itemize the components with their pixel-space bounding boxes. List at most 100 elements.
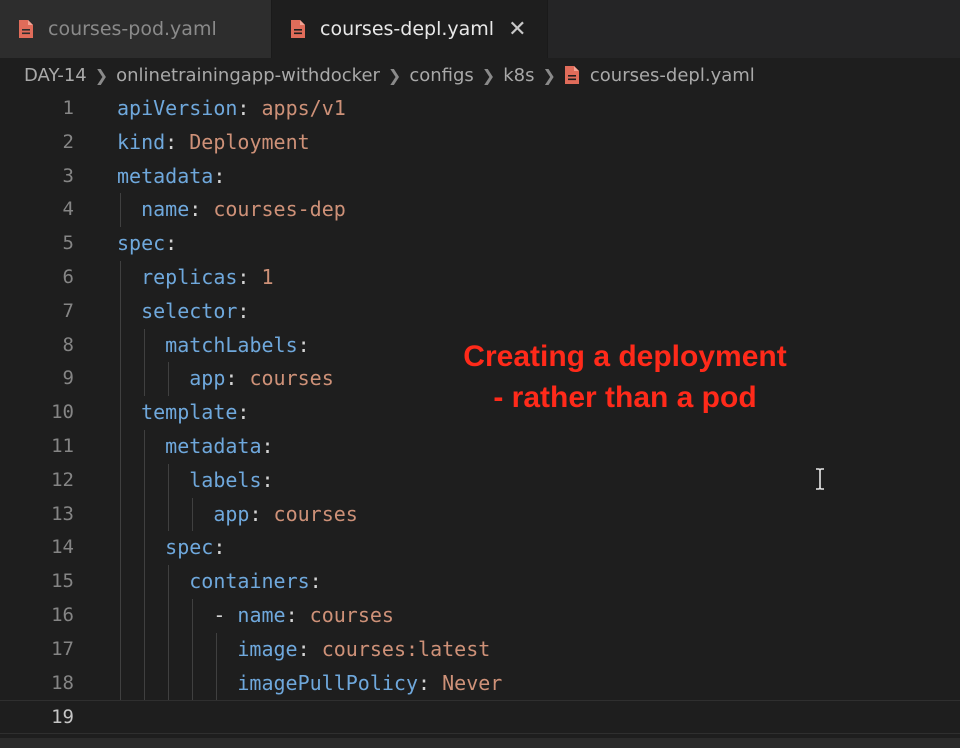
line-number: 7	[62, 299, 74, 322]
code-line[interactable]: 19	[0, 700, 960, 735]
indent-guide	[192, 497, 194, 532]
annotation-overlay: Creating a deployment - rather than a po…	[430, 336, 820, 418]
yaml-value: courses-dep	[213, 197, 346, 222]
indent-guide	[216, 666, 218, 701]
colon: :	[249, 501, 274, 526]
yaml-value: Deployment	[189, 129, 310, 154]
colon: :	[261, 433, 274, 458]
annotation-line-2: - rather than a pod	[493, 381, 757, 414]
yaml-key: spec	[117, 231, 166, 256]
yaml-file-icon	[564, 66, 579, 84]
code-text: template:	[141, 396, 249, 430]
line-number: 12	[51, 468, 74, 491]
yaml-key: metadata	[117, 163, 214, 188]
code-line[interactable]: 1 apiVersion: apps/v1	[0, 92, 960, 126]
code-line[interactable]: 5 spec:	[0, 227, 960, 261]
colon: :	[237, 400, 250, 425]
breadcrumb-item-configs[interactable]: configs	[409, 65, 473, 86]
code-line[interactable]: 7 selector:	[0, 294, 960, 329]
yaml-key: kind	[117, 129, 166, 154]
code-line[interactable]: 6 replicas: 1	[0, 260, 960, 295]
colon: :	[189, 197, 214, 222]
colon: :	[165, 231, 178, 256]
yaml-key: name	[237, 602, 286, 627]
yaml-key: metadata	[165, 433, 262, 458]
colon: :	[213, 535, 226, 560]
breadcrumb-item-project[interactable]: onlinetrainingapp-withdocker	[116, 65, 380, 86]
line-number: 11	[51, 434, 74, 457]
tab-bar: courses-pod.yaml courses-depl.yaml ✕	[0, 0, 960, 58]
colon: :	[237, 298, 250, 323]
line-number: 17	[51, 637, 74, 660]
list-dash: -	[213, 602, 238, 627]
indent-guide	[120, 193, 121, 228]
tab-courses-depl[interactable]: courses-depl.yaml ✕	[272, 0, 548, 58]
tab-label: courses-depl.yaml	[320, 18, 495, 40]
yaml-key: template	[141, 400, 238, 425]
line-number: 1	[62, 97, 74, 119]
indent-guide	[168, 632, 170, 667]
indent-guide	[120, 463, 121, 498]
code-text: spec:	[165, 531, 225, 565]
indent-guide	[120, 565, 121, 599]
breadcrumb-item-file[interactable]: courses-depl.yaml	[590, 65, 755, 86]
indent-guide	[144, 328, 146, 363]
text-cursor-icon	[816, 468, 824, 490]
indent-guide	[120, 429, 121, 464]
code-line[interactable]: 11 metadata:	[0, 429, 960, 464]
yaml-key: imagePullPolicy	[237, 670, 419, 695]
chevron-right-icon: ❯	[481, 65, 496, 85]
yaml-key: selector	[141, 298, 238, 323]
code-text: - name: courses	[213, 599, 394, 633]
yaml-key: image	[237, 636, 298, 661]
indent-guide	[168, 598, 170, 633]
indent-guide	[144, 497, 146, 532]
code-text: containers:	[189, 565, 321, 599]
code-line[interactable]: 18 imagePullPolicy: Never	[0, 666, 960, 701]
breadcrumb-item-k8s[interactable]: k8s	[503, 65, 534, 86]
line-number: 10	[51, 401, 74, 424]
line-number: 2	[62, 130, 74, 153]
indent-guide	[120, 632, 121, 667]
indent-guide	[192, 632, 194, 667]
indent-guide	[120, 497, 121, 532]
line-number: 9	[62, 367, 74, 390]
code-line[interactable]: 4 name: courses-dep	[0, 193, 960, 228]
yaml-value: courses:latest	[321, 636, 491, 661]
code-line[interactable]: 17 image: courses:latest	[0, 632, 960, 667]
code-line[interactable]: 15 containers:	[0, 565, 960, 599]
close-icon[interactable]: ✕	[508, 17, 526, 42]
status-strip	[0, 738, 960, 748]
indent-guide	[120, 362, 121, 397]
colon: :	[165, 129, 190, 154]
indent-guide	[144, 429, 146, 464]
code-line[interactable]: 3 metadata:	[0, 160, 960, 194]
yaml-file-icon	[19, 20, 33, 38]
breadcrumb: DAY-14 ❯ onlinetrainingapp-withdocker ❯ …	[0, 58, 960, 92]
tab-courses-pod[interactable]: courses-pod.yaml	[0, 0, 272, 58]
indent-guide	[144, 632, 146, 667]
code-line[interactable]: 2 kind: Deployment	[0, 126, 960, 160]
breadcrumb-item-day14[interactable]: DAY-14	[24, 65, 87, 86]
indent-guide	[144, 565, 146, 599]
line-number: 3	[62, 164, 74, 187]
indent-guide	[168, 362, 170, 397]
code-line[interactable]: 16 - name: courses	[0, 598, 960, 633]
code-line[interactable]: 14 spec:	[0, 531, 960, 566]
colon: :	[213, 163, 226, 188]
yaml-key: matchLabels	[165, 332, 298, 357]
yaml-key: name	[141, 197, 190, 222]
line-number: 5	[62, 232, 74, 255]
indent-guide	[120, 260, 121, 295]
line-number: 13	[51, 502, 74, 525]
indent-guide	[168, 666, 170, 701]
annotation-line-1: Creating a deployment	[463, 340, 787, 373]
colon: :	[418, 670, 443, 695]
yaml-value: 1	[261, 264, 274, 289]
indent-guide	[216, 632, 218, 667]
code-line[interactable]: 13 app: courses	[0, 497, 960, 532]
indent-guide	[120, 294, 121, 329]
line-number: 15	[51, 570, 74, 593]
colon: :	[237, 96, 262, 120]
yaml-key: labels	[189, 467, 262, 492]
